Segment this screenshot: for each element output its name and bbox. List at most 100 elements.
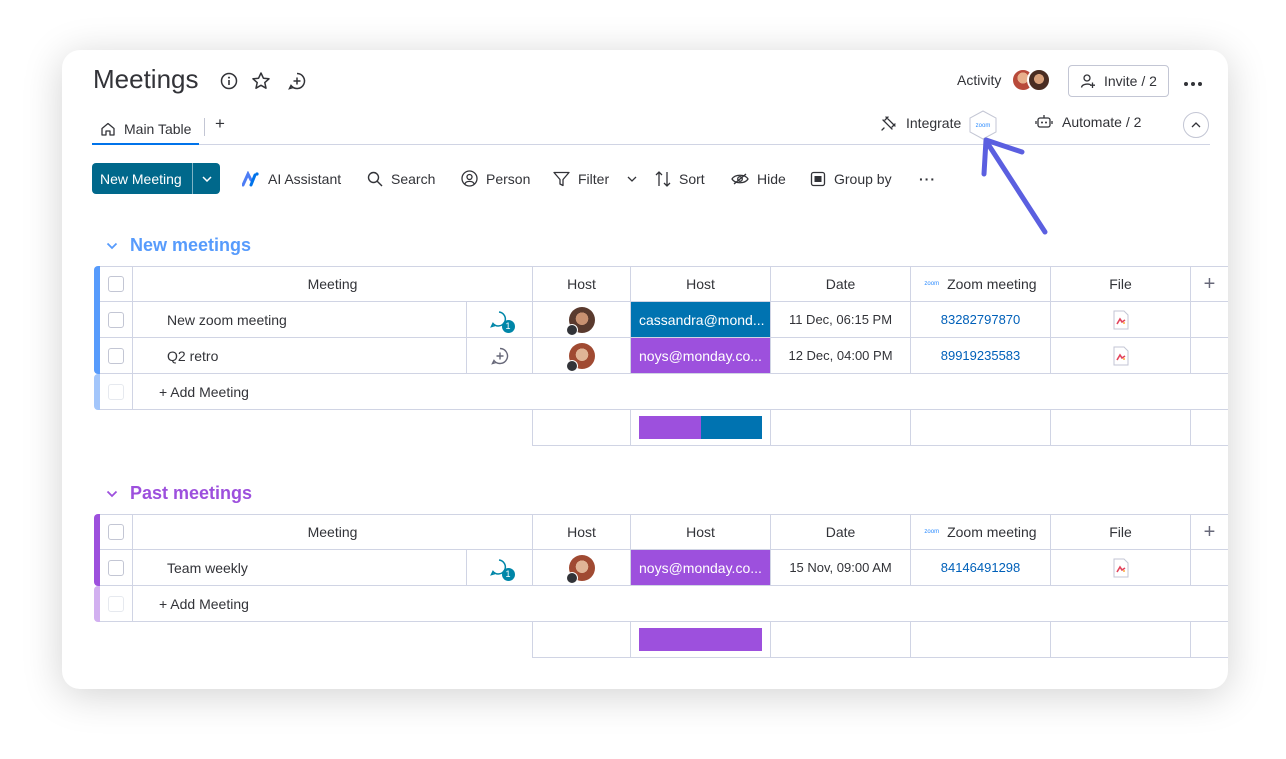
person-label: Person (486, 170, 531, 187)
pdf-file-icon[interactable] (1113, 310, 1129, 330)
row-checkbox-cell[interactable] (100, 338, 132, 373)
chevron-down-icon[interactable] (106, 242, 118, 250)
host-email-cell[interactable]: cassandra@mond... (630, 302, 770, 337)
activity-link[interactable]: Activity (957, 72, 1001, 88)
host-cell[interactable] (532, 338, 630, 373)
column-header-file[interactable]: File (1050, 267, 1190, 301)
row-checkbox-cell[interactable] (100, 302, 132, 337)
summary-cell (1190, 410, 1228, 445)
add-column-button[interactable]: + (1190, 515, 1228, 549)
updates-cell[interactable]: 1 (466, 550, 532, 585)
new-meeting-button[interactable]: New Meeting (92, 163, 220, 194)
column-header-date[interactable]: Date (770, 267, 910, 301)
star-icon[interactable] (250, 70, 272, 92)
pdf-file-icon[interactable] (1113, 558, 1129, 578)
pdf-file-icon[interactable] (1113, 346, 1129, 366)
column-header-zoom-meeting[interactable]: zoom Zoom meeting (910, 267, 1050, 301)
column-header-meeting[interactable]: Meeting (132, 515, 532, 549)
toolbar-more-icon[interactable]: ··· (919, 163, 936, 194)
add-item-input[interactable]: + Add Meeting (132, 586, 432, 621)
row-checkbox-cell[interactable] (100, 550, 132, 585)
select-all-checkbox-cell[interactable] (100, 267, 132, 301)
column-header-date[interactable]: Date (770, 515, 910, 549)
host-email-cell[interactable]: noys@monday.co... (630, 338, 770, 373)
date-cell[interactable]: 15 Nov, 09:00 AM (770, 550, 910, 585)
file-cell[interactable] (1050, 338, 1190, 373)
host-summary-cell[interactable] (630, 622, 770, 657)
add-update-icon[interactable] (490, 346, 510, 366)
group-by-button[interactable]: Group by (810, 163, 892, 194)
sort-button[interactable]: Sort (655, 163, 705, 194)
table-row[interactable]: New zoom meeting 1 cassandra@mond... 11 … (100, 302, 1228, 338)
column-header-host-email[interactable]: Host (630, 267, 770, 301)
collapse-header-button[interactable] (1183, 112, 1209, 138)
search-button[interactable]: Search (367, 163, 435, 194)
column-header-host-email[interactable]: Host (630, 515, 770, 549)
column-header-zoom-meeting[interactable]: zoom Zoom meeting (910, 515, 1050, 549)
add-view-button[interactable]: + (215, 114, 225, 134)
avatar[interactable] (565, 554, 595, 584)
group-title[interactable]: New meetings (130, 235, 251, 256)
avatar[interactable] (565, 306, 595, 336)
group-title[interactable]: Past meetings (130, 483, 252, 504)
summary-cell (1050, 410, 1190, 445)
hide-button[interactable]: Hide (731, 163, 786, 194)
checkbox[interactable] (108, 311, 124, 328)
chevron-down-icon[interactable] (106, 490, 118, 498)
chevron-down-icon[interactable] (193, 175, 220, 182)
add-item-row[interactable]: + Add Meeting (100, 374, 1228, 410)
board-title[interactable]: Meetings (93, 64, 199, 95)
add-item-input[interactable]: + Add Meeting (132, 374, 432, 409)
host-cell[interactable] (532, 302, 630, 337)
checkbox[interactable] (108, 276, 124, 292)
tab-main-table[interactable]: Main Table (92, 114, 200, 145)
host-email-cell[interactable]: noys@monday.co... (630, 550, 770, 585)
info-icon[interactable] (218, 70, 240, 92)
add-column-button[interactable]: + (1190, 267, 1228, 301)
automate-button[interactable]: Automate / 2 (1034, 114, 1141, 130)
color-distribution-bar[interactable] (639, 416, 762, 439)
updates-icon[interactable]: 1 (489, 558, 515, 581)
checkbox[interactable] (108, 347, 124, 364)
updates-count-badge: 1 (501, 319, 515, 333)
checkbox[interactable] (108, 559, 124, 576)
chevron-down-icon[interactable] (627, 176, 637, 182)
more-options-icon[interactable] (1183, 70, 1203, 93)
column-header-meeting[interactable]: Meeting (132, 267, 532, 301)
invite-button[interactable]: Invite / 2 (1068, 65, 1169, 97)
integrate-button[interactable]: Integrate (880, 114, 961, 132)
host-summary-cell[interactable] (630, 410, 770, 445)
file-cell[interactable] (1050, 302, 1190, 337)
add-item-row[interactable]: + Add Meeting (100, 586, 1228, 622)
table-row[interactable]: Team weekly 1 noys@monday.co... 15 Nov, … (100, 550, 1228, 586)
date-cell[interactable]: 11 Dec, 06:15 PM (770, 302, 910, 337)
avatar (1027, 68, 1051, 92)
avatar[interactable] (565, 342, 595, 372)
host-cell[interactable] (532, 550, 630, 585)
conversation-icon[interactable] (286, 70, 308, 92)
file-cell[interactable] (1050, 550, 1190, 585)
item-name[interactable]: New zoom meeting (132, 302, 466, 337)
date-cell[interactable]: 12 Dec, 04:00 PM (770, 338, 910, 373)
ai-assistant-button[interactable]: AI Assistant (242, 163, 341, 194)
table-row[interactable]: Q2 retro noys@monday.co... 12 Dec, 04:00… (100, 338, 1228, 374)
item-name[interactable]: Q2 retro (132, 338, 466, 373)
filter-button[interactable]: Filter (553, 163, 637, 194)
updates-cell[interactable] (466, 338, 532, 373)
zoom-meeting-link[interactable]: 84146491298 (910, 550, 1050, 585)
board-members-avatars[interactable] (1011, 68, 1053, 94)
select-all-checkbox-cell[interactable] (100, 515, 132, 549)
group-header-new-meetings[interactable]: New meetings (106, 235, 251, 256)
checkbox[interactable] (108, 524, 124, 540)
zoom-meeting-link[interactable]: 83282797870 (910, 302, 1050, 337)
column-header-host[interactable]: Host (532, 267, 630, 301)
zoom-meeting-link[interactable]: 89919235583 (910, 338, 1050, 373)
updates-icon[interactable]: 1 (489, 310, 515, 333)
item-name[interactable]: Team weekly (132, 550, 466, 585)
updates-cell[interactable]: 1 (466, 302, 532, 337)
column-header-host[interactable]: Host (532, 515, 630, 549)
color-distribution-bar[interactable] (639, 628, 762, 651)
group-header-past-meetings[interactable]: Past meetings (106, 483, 252, 504)
column-header-file[interactable]: File (1050, 515, 1190, 549)
person-filter-button[interactable]: Person (461, 163, 530, 194)
